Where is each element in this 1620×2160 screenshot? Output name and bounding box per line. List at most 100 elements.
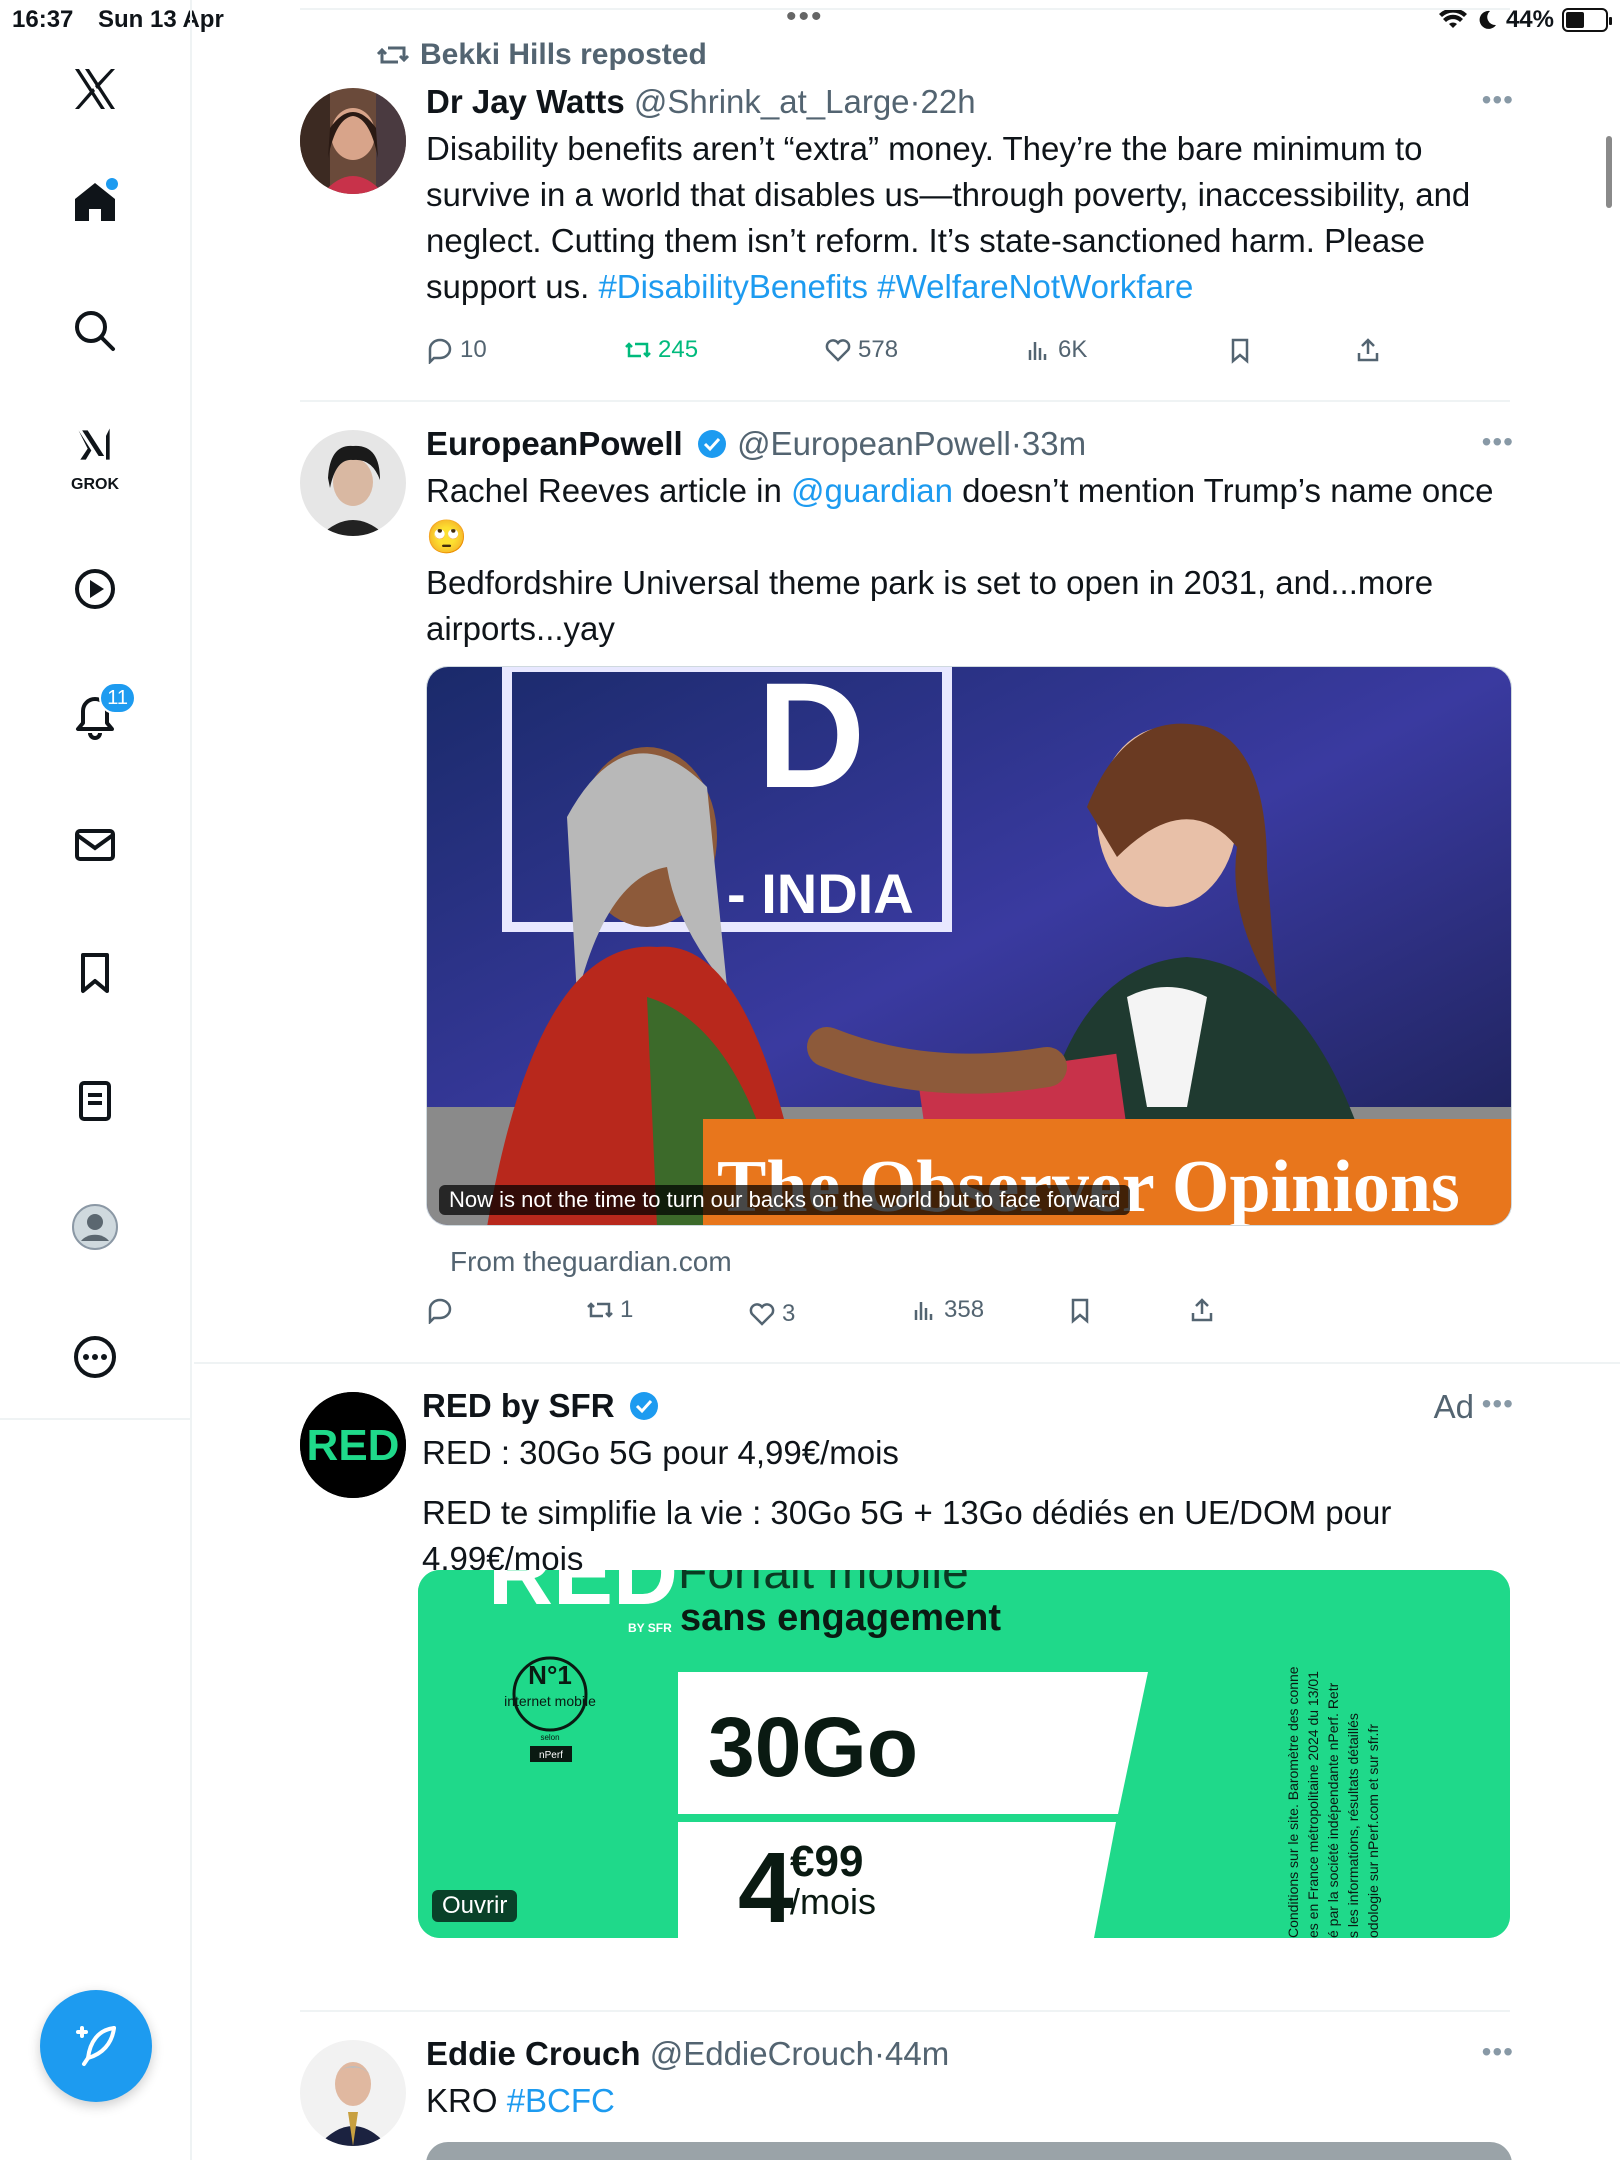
ad-open-button[interactable]: Ouvrir <box>432 1890 518 1922</box>
avatar[interactable] <box>300 430 406 536</box>
feed-top-divider <box>300 8 1510 10</box>
tweet-divider <box>300 400 1510 402</box>
tweet-time[interactable]: 33m <box>1022 425 1086 462</box>
repost-button[interactable]: 1 <box>586 1296 633 1324</box>
tweet-header: Eddie Crouch @EddieCrouch·44m <box>426 2034 1514 2074</box>
sidebar-divider <box>0 1418 192 1420</box>
backdrop-text: - INDIA <box>727 862 914 925</box>
link-card-image[interactable]: D - INDIA The Observer Opinions <box>426 666 1512 1226</box>
ad-legal-line: s les informations, résultats détaillés <box>1345 1713 1361 1938</box>
timeline-feed: Bekki Hills reposted Dr Jay Watts @Shrin… <box>194 0 1620 2160</box>
more-options-icon[interactable] <box>60 1322 130 1392</box>
author-name[interactable]: Dr Jay Watts <box>426 83 625 120</box>
views-bar-chart-icon <box>1028 342 1047 360</box>
ad-badge-small: selon <box>540 1733 559 1742</box>
avatar[interactable] <box>300 2040 406 2146</box>
tweet-text: Rachel Reeves article in @guardian doesn… <box>426 468 1514 560</box>
views-button[interactable]: 358 <box>910 1296 984 1324</box>
tweet-more-icon[interactable]: ••• <box>1482 1388 1514 1420</box>
repost-icon <box>625 342 651 358</box>
avatar[interactable] <box>300 88 406 194</box>
ad-price-big: 4 <box>738 1832 794 1938</box>
tweet-text-line2: Bedfordshire Universal theme park is set… <box>426 564 1434 647</box>
backdrop-letter: D <box>757 667 865 819</box>
compose-post-button[interactable] <box>40 1990 152 2102</box>
repost-count: 1 <box>620 1296 634 1323</box>
search-icon[interactable] <box>60 296 130 366</box>
sidebar: GROK 11 <box>0 0 192 2160</box>
bookmarks-icon[interactable] <box>60 938 130 1008</box>
tweet-text: KRO #BCFC <box>426 2078 1514 2124</box>
tweet-actions: 1 3 358 <box>426 1296 1514 1336</box>
tweet-divider <box>194 1362 1620 1364</box>
tweet-more-icon[interactable]: ••• <box>1482 84 1514 116</box>
link-source[interactable]: From theguardian.com <box>450 1246 732 1278</box>
hashtag-link[interactable]: #BCFC <box>507 2082 615 2119</box>
tweet-more-icon[interactable]: ••• <box>1482 2036 1514 2068</box>
media-preview-top[interactable] <box>426 2142 1512 2160</box>
tweet-text-part: Rachel Reeves article in <box>426 472 791 509</box>
messages-envelope-icon[interactable] <box>60 810 130 880</box>
hashtag-link[interactable]: #WelfareNotWorkfare <box>877 268 1193 305</box>
tweet-divider <box>300 2010 1510 2012</box>
heart-icon <box>825 339 851 362</box>
avatar-logo-text: RED <box>307 1421 400 1470</box>
ad-legal-line: Conditions sur le site. Baromètre des co… <box>1285 1666 1301 1938</box>
ad-legal-line: é par la société indépendante nPerf. Ret… <box>1325 1682 1341 1938</box>
tweet-more-icon[interactable]: ••• <box>1482 426 1514 458</box>
compose-feather-icon <box>76 2026 116 2066</box>
author-name[interactable]: Eddie Crouch <box>426 2035 641 2072</box>
video-play-icon[interactable] <box>60 554 130 624</box>
grok-icon[interactable]: GROK <box>60 420 130 493</box>
views-bar-chart-icon <box>914 1302 933 1320</box>
notifications-bell-icon[interactable]: 11 <box>60 682 136 752</box>
repost-button[interactable]: 245 <box>624 336 698 364</box>
ad-price-cents: €99 <box>790 1837 863 1886</box>
ad-label: Ad <box>1433 1388 1474 1425</box>
tweet-time[interactable]: 44m <box>885 2035 949 2072</box>
reply-icon <box>428 338 452 364</box>
home-icon[interactable] <box>60 166 130 236</box>
author-name[interactable]: EuropeanPowell <box>426 425 683 462</box>
reply-count: 10 <box>460 336 487 363</box>
repost-icon <box>587 1302 613 1318</box>
author-handle[interactable]: @EuropeanPowell <box>737 425 1011 462</box>
author-handle[interactable]: @EddieCrouch <box>650 2035 874 2072</box>
like-button[interactable]: 578 <box>824 336 898 364</box>
avatar[interactable]: RED <box>300 1392 406 1498</box>
like-count: 578 <box>858 336 899 363</box>
x-logo-icon[interactable] <box>60 54 130 124</box>
ad-headline-top: Forfait mobile <box>678 1570 969 1599</box>
reply-button[interactable]: 10 <box>426 336 487 364</box>
bookmark-button[interactable] <box>1066 1296 1094 1324</box>
like-button[interactable]: 3 <box>748 1300 795 1328</box>
hashtag-link[interactable]: #DisabilityBenefits <box>598 268 868 305</box>
tweet-time[interactable]: 22h <box>921 83 976 120</box>
ad-badge-mid: internet mobile <box>504 1693 596 1709</box>
ad-text: RED te simplifie la vie : 30Go 5G + 13Go… <box>422 1494 1392 1577</box>
repost-indicator[interactable]: Bekki Hills reposted <box>376 38 707 72</box>
home-unread-dot <box>106 178 118 190</box>
mention-link[interactable]: @guardian <box>791 472 953 509</box>
article-photo: D - INDIA The Observer Opinions <box>427 667 1511 1225</box>
tweet-header: EuropeanPowell @EuropeanPowell·33m <box>426 424 1514 464</box>
repost-icon <box>376 46 410 64</box>
profile-avatar-icon[interactable] <box>60 1192 130 1262</box>
time-separator: · <box>873 2035 885 2072</box>
ad-legal-line: es en France métropolitaine 2024 du 13/0… <box>1305 1671 1321 1938</box>
share-icon <box>1357 338 1379 362</box>
bookmark-icon <box>1231 338 1249 364</box>
share-button[interactable] <box>1354 336 1382 364</box>
lists-icon[interactable] <box>60 1066 130 1136</box>
share-button[interactable] <box>1188 1296 1216 1324</box>
share-icon <box>1191 1298 1213 1322</box>
views-button[interactable]: 6K <box>1024 336 1087 364</box>
author-handle[interactable]: @Shrink_at_Large <box>634 83 910 120</box>
ad-logo-sub: BY SFR <box>628 1621 672 1635</box>
ad-image[interactable]: RED BY SFR Forfait mobile sans engagemen… <box>418 1570 1510 1938</box>
ad-headline: sans engagement <box>680 1597 1001 1639</box>
ad-badge-top: N°1 <box>528 1660 572 1690</box>
author-name[interactable]: RED by SFR <box>422 1387 615 1424</box>
bookmark-button[interactable] <box>1226 336 1254 364</box>
reply-button[interactable] <box>426 1296 460 1324</box>
